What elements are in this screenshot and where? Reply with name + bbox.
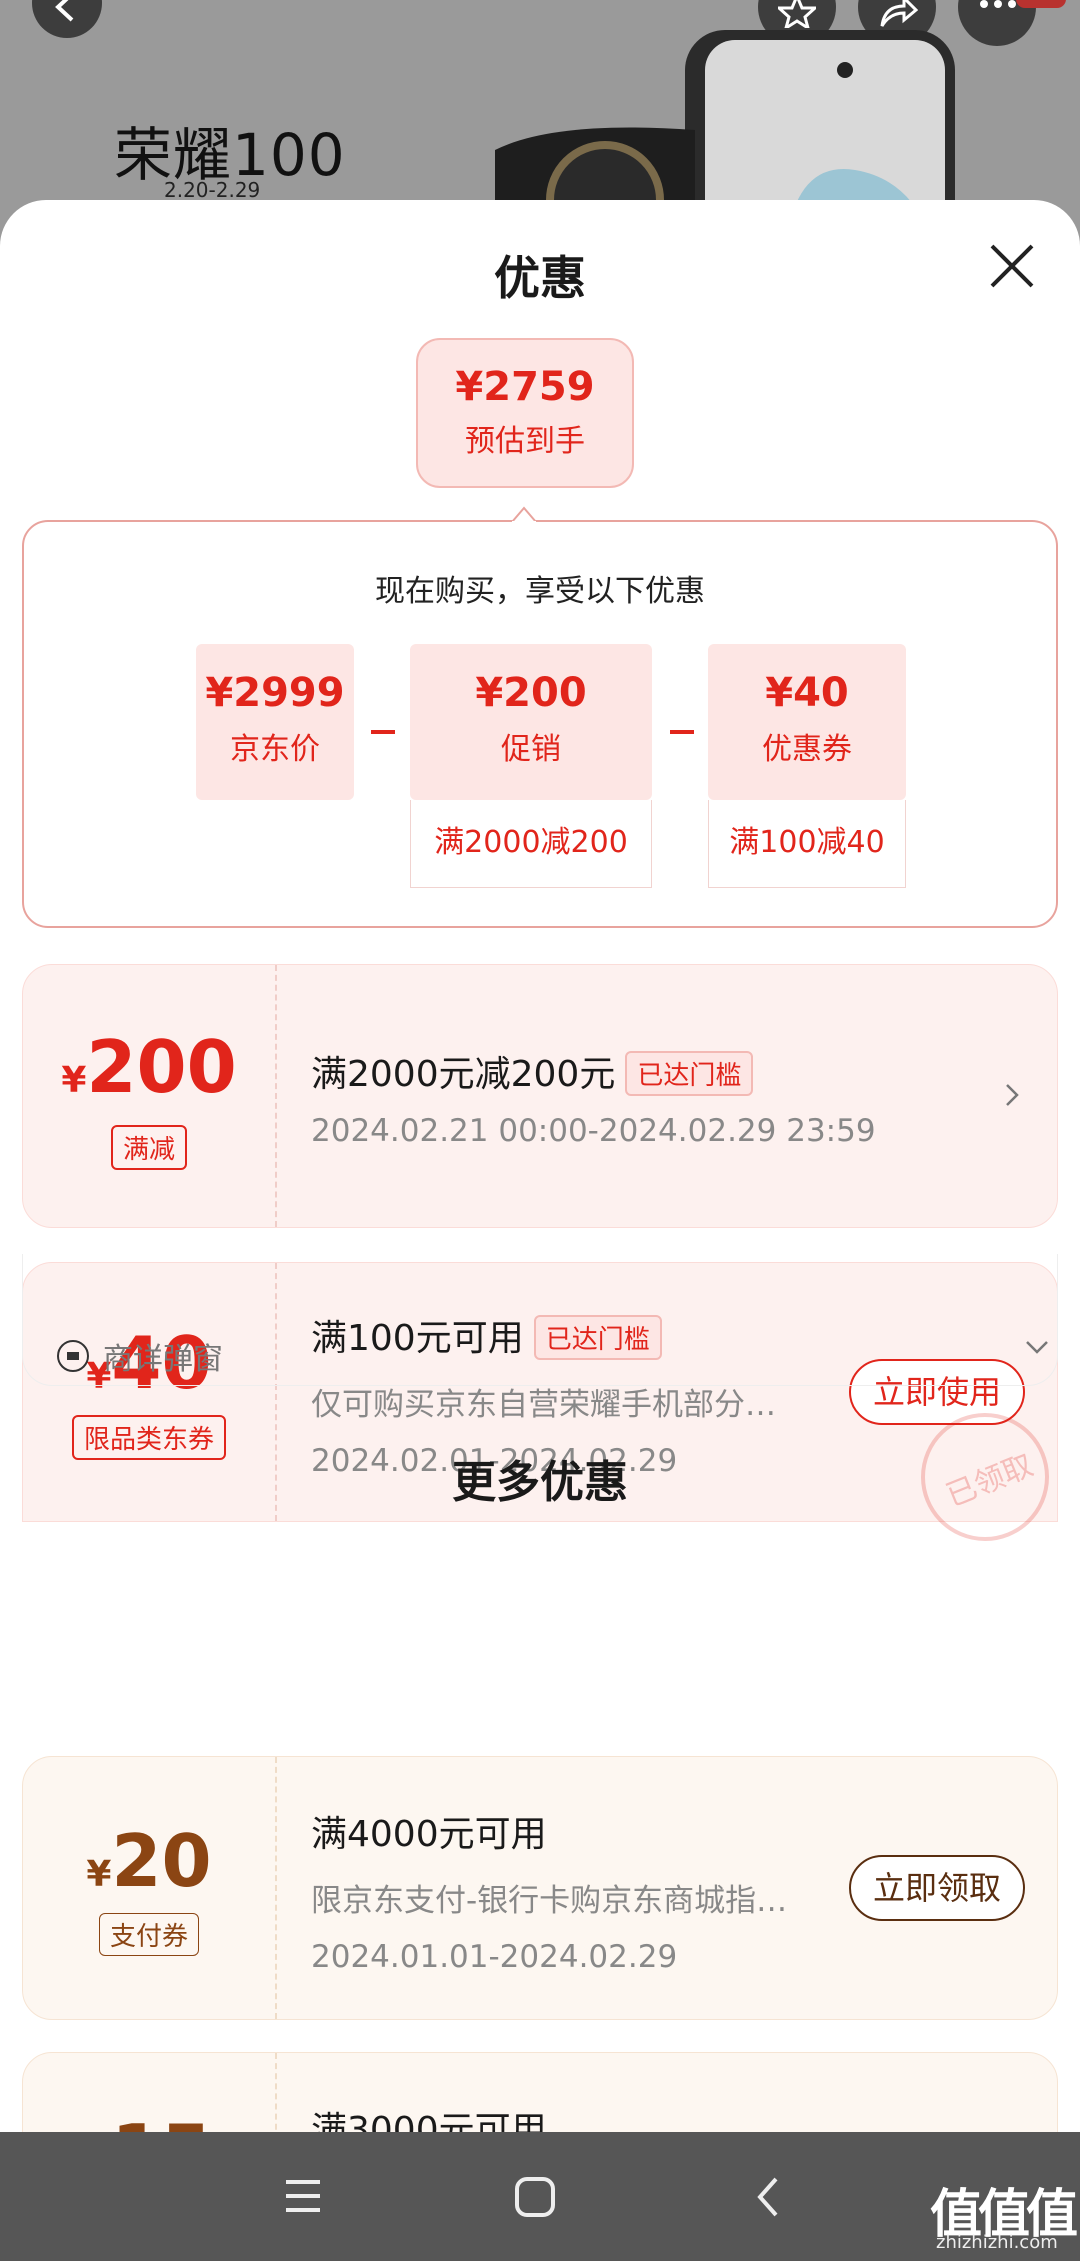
dashed-divider (275, 1757, 277, 2019)
calc-title: 现在购买，享受以下优惠 (375, 574, 705, 609)
share-icon (880, 0, 918, 27)
offer-tag: 支付券 (98, 1913, 199, 1956)
threshold-badge: 已达门槛 (625, 1050, 754, 1096)
minus-sign (371, 730, 395, 734)
base-price-cell: ¥2999 京东价 (196, 644, 354, 800)
nav-back-icon[interactable] (756, 2176, 780, 2218)
dashed-divider (275, 965, 277, 1227)
price-calculation-box: 现在购买，享受以下优惠 ¥2999 京东价 ¥200 促销 满2000减200 … (22, 520, 1058, 928)
coupon-label: 优惠券 (762, 732, 852, 767)
estimated-price: ¥2759 (455, 364, 595, 410)
system-nav-bar (0, 2132, 1080, 2261)
offer-card-payment: ¥20 支付券 满4000元可用 限京东支付-银行卡购京东商城指… 2024.0… (22, 1756, 1058, 2020)
more-offers-title: 更多优惠 (452, 1457, 628, 1508)
offer-title-row: 满2000元减200元 已达门槛 (311, 1045, 754, 1099)
promo-rule: 满2000减200 (410, 800, 652, 888)
detail-popup-row[interactable]: 商详弹窗 (22, 1254, 1058, 1386)
promo-cell: ¥200 促销 (410, 644, 652, 800)
offer-amount-number: 200 (86, 1025, 237, 1109)
chevron-down-icon[interactable] (1025, 1340, 1049, 1354)
offer-card-promo[interactable]: ¥200 满减 满2000元减200元 已达门槛 2024.02.21 00:00… (22, 964, 1058, 1228)
offer-amount-number: 20 (111, 1819, 212, 1903)
offer-amount: ¥15 (23, 2109, 275, 2132)
discount-sheet: 优惠 ¥2759 预估到手 现在购买，享受以下优惠 ¥2999 京东价 ¥200… (0, 200, 1080, 2132)
popup-icon (57, 1340, 89, 1372)
promo-value: ¥200 (475, 670, 587, 716)
offer-tag: 满减 (110, 1125, 187, 1170)
offer-title: 满2000元减200元 (311, 1054, 616, 1095)
offer-desc: 限京东支付-银行卡购京东商城指… (311, 1883, 788, 1919)
chevron-right-icon[interactable] (1005, 1083, 1019, 1107)
star-icon (778, 0, 816, 28)
offer-amount: ¥200 (61, 1025, 237, 1109)
coupon-rule: 满100减40 (708, 800, 906, 888)
coupon-value: ¥40 (765, 670, 849, 716)
notification-dot (1016, 0, 1066, 8)
detail-popup-label: 商详弹窗 (103, 1342, 223, 1377)
product-dates: 2.20-2.29 (164, 178, 261, 202)
estimated-price-box: ¥2759 预估到手 (416, 338, 634, 488)
promo-label: 促销 (501, 732, 561, 767)
offer-card-partial: ¥15 满3000元可用 (22, 2052, 1058, 2132)
offer-amount-number: 15 (111, 2109, 211, 2132)
claim-now-button[interactable]: 立即领取 (849, 1855, 1025, 1921)
watermark-url: zhizhizhi.com (936, 2232, 1058, 2253)
sheet-title: 优惠 (494, 251, 586, 305)
pointer-arrow (512, 506, 536, 524)
base-price-label: 京东价 (230, 732, 320, 767)
recent-apps-icon[interactable] (284, 2178, 322, 2214)
dashed-divider (275, 2053, 277, 2132)
estimated-price-label: 预估到手 (465, 424, 585, 459)
offer-tag-wrap: 支付券 (23, 1913, 275, 1956)
offer-tag-wrap: 满减 (23, 1125, 275, 1170)
minus-sign (670, 730, 694, 734)
offer-period: 2024.02.21 00:00-2024.02.29 23:59 (311, 1113, 876, 1149)
close-icon[interactable] (986, 240, 1038, 292)
home-icon[interactable] (514, 2176, 556, 2218)
offer-amount: ¥20 (86, 1819, 212, 1903)
back-icon (55, 0, 74, 22)
offer-period: 2024.01.01-2024.02.29 (311, 1939, 678, 1975)
base-price-value: ¥2999 (205, 670, 345, 716)
coupon-cell: ¥40 优惠券 (708, 644, 906, 800)
back-button[interactable] (32, 0, 102, 38)
offer-title: 满4000元可用 (311, 1814, 547, 1855)
more-icon (980, 0, 1016, 8)
offer-title: 满3000元可用 (311, 2110, 547, 2132)
